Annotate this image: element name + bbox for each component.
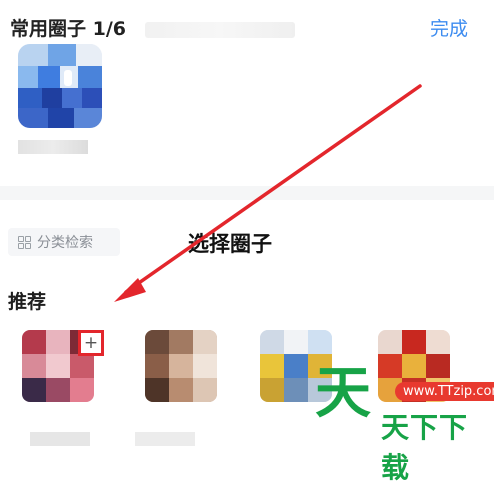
watermark: 天 www.TTzip.com 天下下载 [315, 361, 494, 484]
watermark-logo-icon: 天 [315, 361, 371, 426]
watermark-url: www.TTzip.com [395, 382, 494, 401]
watermark-text: 天下下载 [381, 411, 469, 484]
